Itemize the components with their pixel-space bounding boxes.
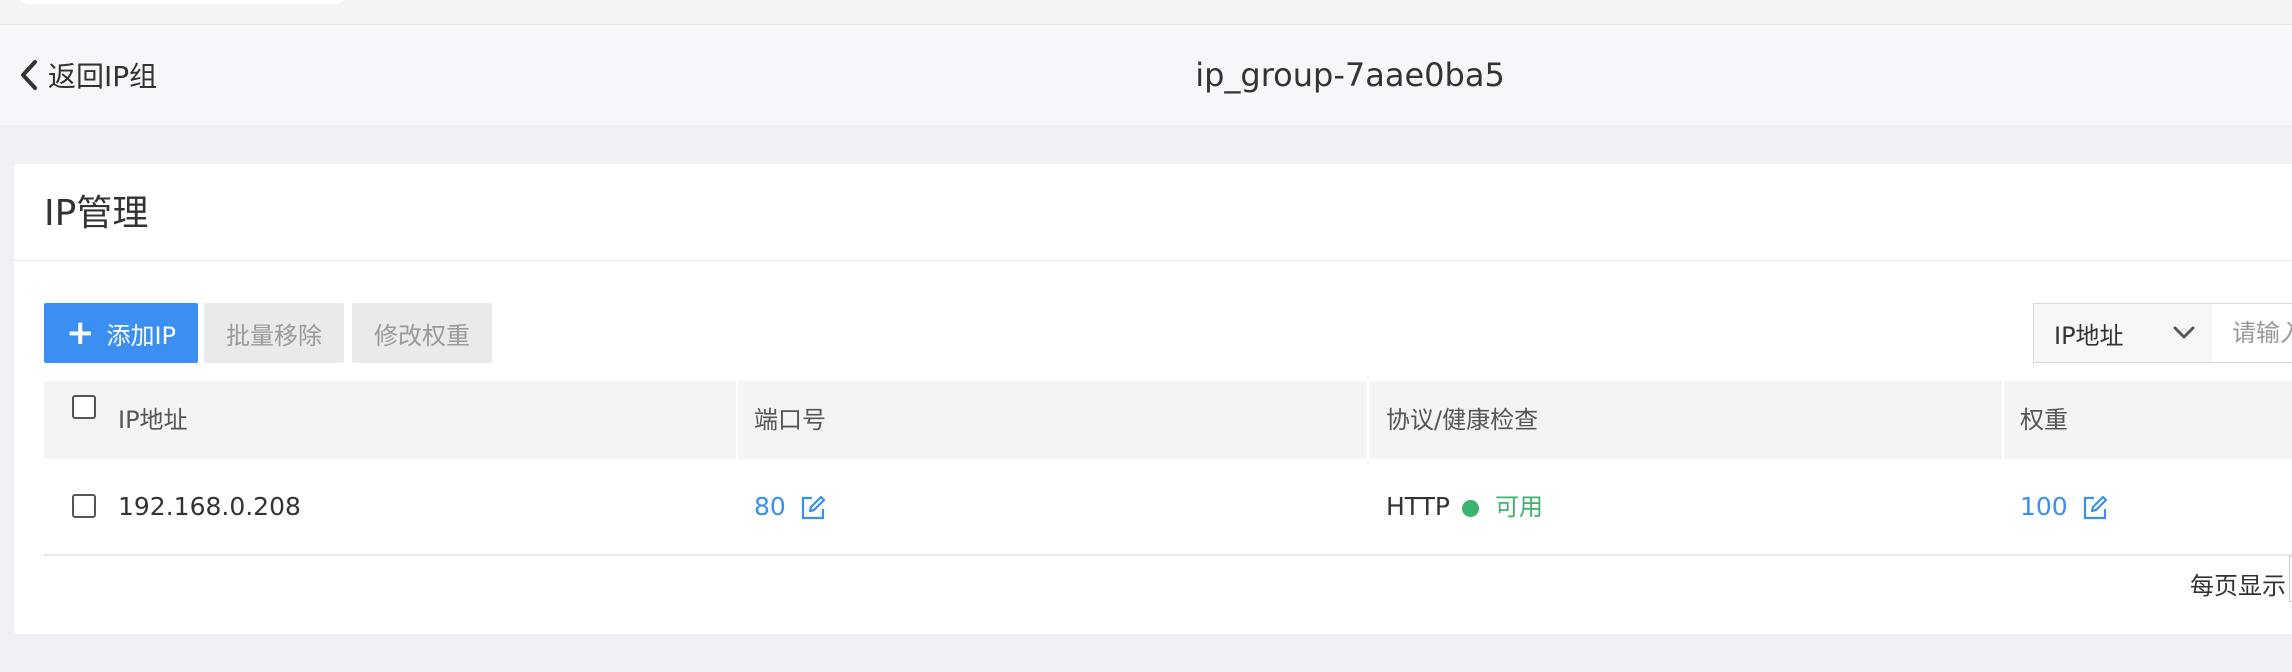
search-field-value: IP地址 <box>2054 321 2124 350</box>
row-checkbox[interactable] <box>72 494 96 518</box>
ip-cell: 192.168.0.208 <box>118 492 301 521</box>
batch-remove-button[interactable]: 批量移除 <box>204 303 344 363</box>
card-divider <box>14 260 2292 261</box>
column-header-ip: IP地址 <box>118 406 188 434</box>
chevron-down-icon <box>2173 326 2195 339</box>
page-title: ip_group-7aae0ba5 <box>1195 56 1505 94</box>
add-ip-label: 添加IP <box>106 321 177 350</box>
table-row: 192.168.0.208 80 HTTP 可用 100 <box>44 459 2292 556</box>
page-header: 返回IP组 ip_group-7aae0ba5 <box>0 25 2292 125</box>
top-strip <box>0 0 2292 25</box>
column-header-protocol: 协议/健康检查 <box>1386 406 1539 434</box>
weight-value[interactable]: 100 <box>2020 492 2068 521</box>
port-cell: 80 <box>754 459 826 554</box>
card-title: IP管理 <box>44 193 149 234</box>
add-ip-button[interactable]: + 添加IP <box>44 303 198 363</box>
plus-icon: + <box>65 313 95 353</box>
column-header-port: 端口号 <box>754 406 826 434</box>
column-separator <box>2002 381 2004 459</box>
select-all-checkbox[interactable] <box>72 395 96 419</box>
column-separator <box>736 381 738 459</box>
protocol-cell: HTTP 可用 <box>1386 459 1543 554</box>
search-field-select[interactable]: IP地址 <box>2033 303 2213 363</box>
edit-icon[interactable] <box>2082 495 2108 521</box>
column-separator <box>1367 381 1369 459</box>
edit-weight-button[interactable]: 修改权重 <box>352 303 492 363</box>
table-header: IP地址 端口号 协议/健康检查 权重 <box>44 381 2292 459</box>
column-header-weight: 权重 <box>2020 406 2068 434</box>
protocol-value: HTTP <box>1386 492 1450 521</box>
port-value[interactable]: 80 <box>754 492 786 521</box>
status-dot-icon <box>1461 499 1479 517</box>
weight-cell: 100 <box>2020 459 2108 554</box>
page-size-label: 每页显示 <box>2190 572 2286 600</box>
top-search-pill[interactable] <box>20 0 345 4</box>
ip-management-card: IP管理 + 添加IP 批量移除 修改权重 IP地址 请输入 IP地址 端口号 … <box>14 164 2292 634</box>
health-status: 可用 <box>1494 493 1543 521</box>
edit-icon[interactable] <box>800 495 826 521</box>
search-input[interactable]: 请输入 <box>2212 303 2292 363</box>
